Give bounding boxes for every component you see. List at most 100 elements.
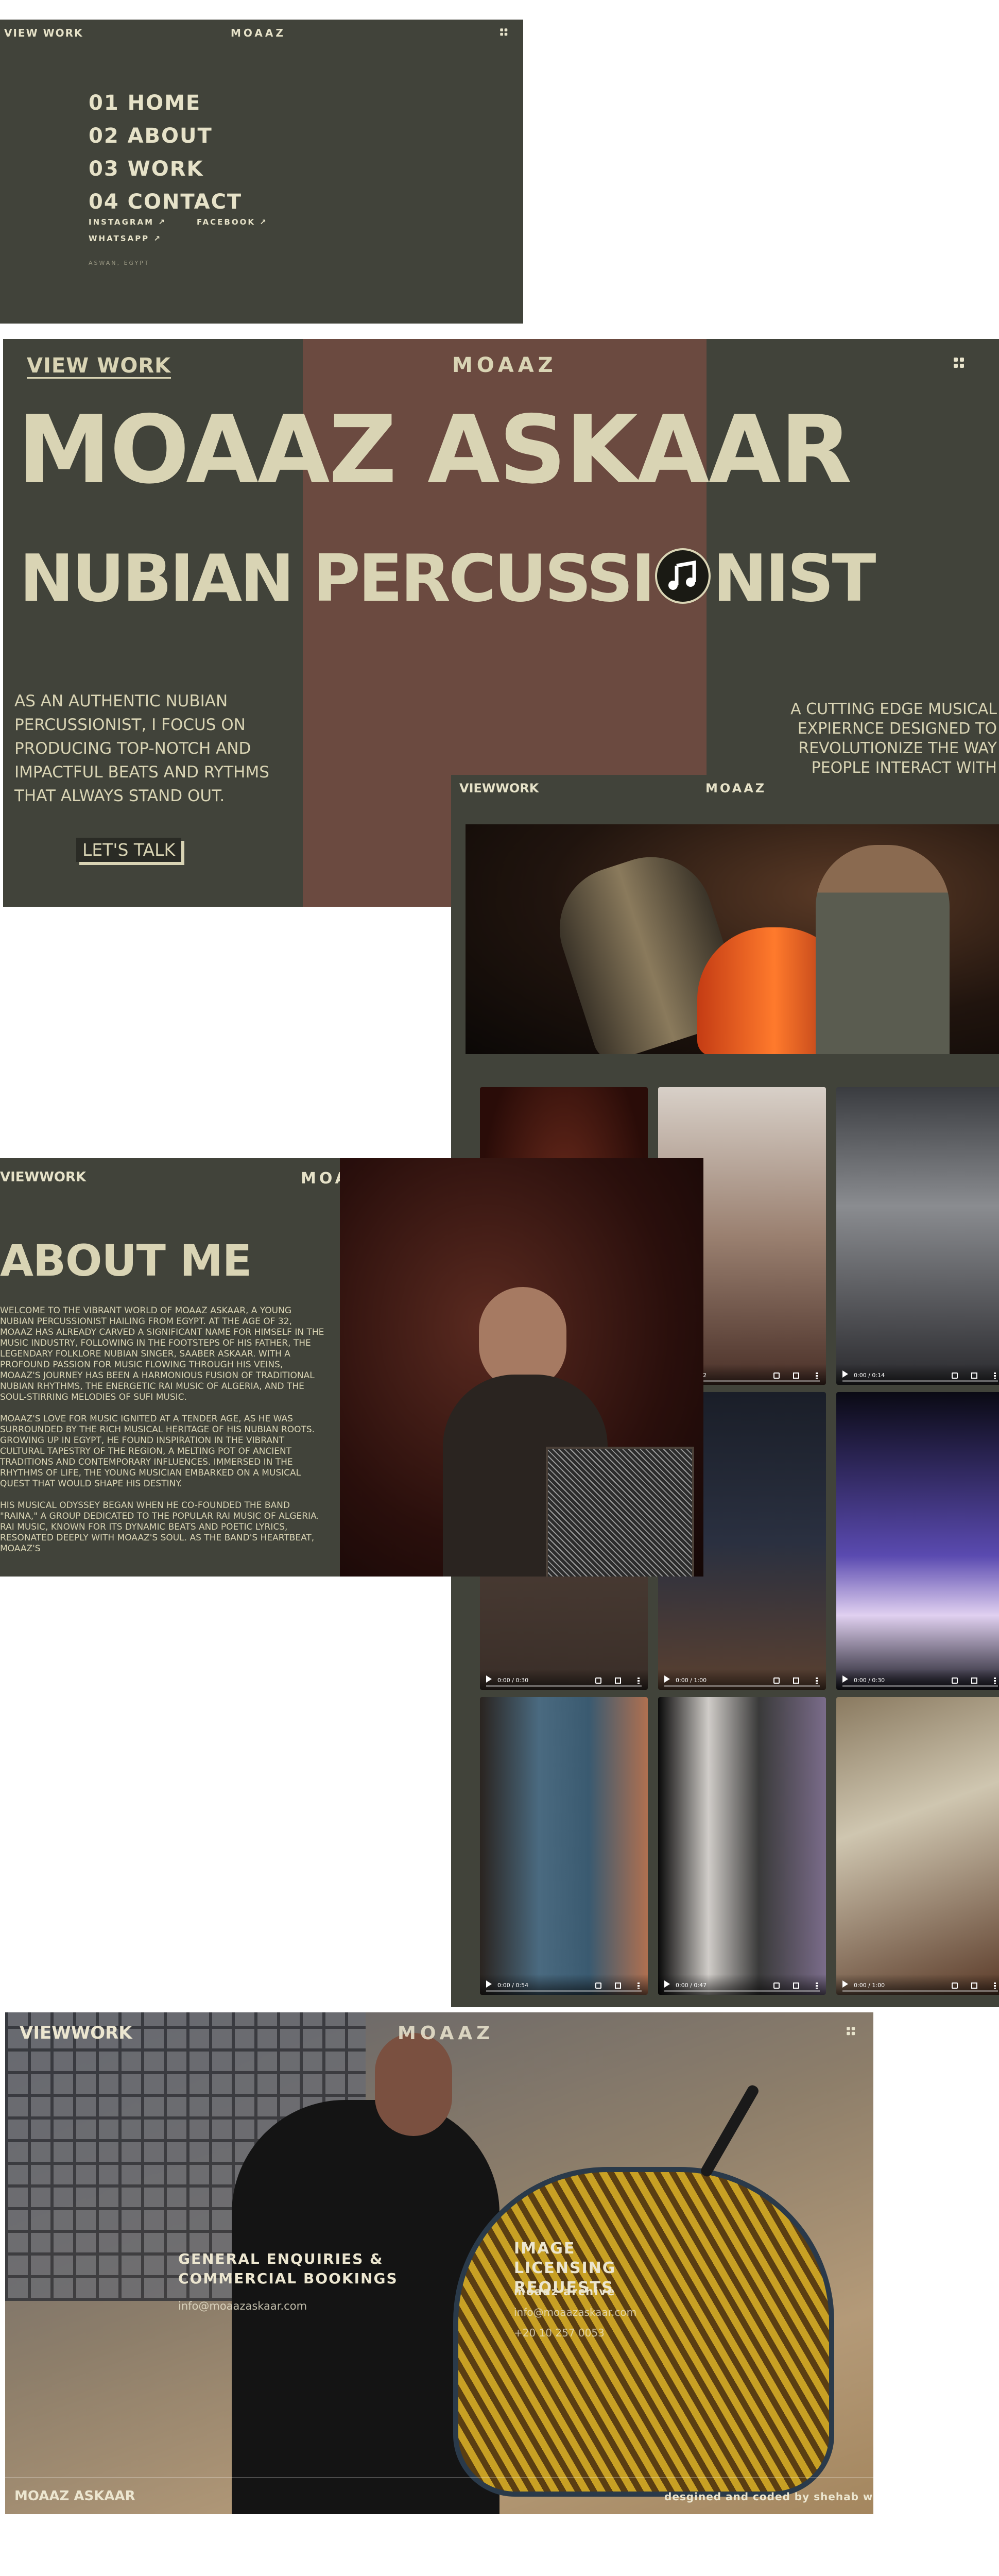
hero-intro: AS AN AUTHENTIC NUBIAN PERCUSSIONIST, I …	[14, 692, 269, 805]
hero-logo[interactable]: MOAAZ	[452, 353, 557, 377]
about-paragraph-2: MOAAZ'S LOVE FOR MUSIC IGNITED AT A TEND…	[0, 1414, 315, 1489]
instagram-label: INSTAGRAM	[89, 217, 154, 227]
work-logo[interactable]: MOAAZ	[705, 781, 766, 795]
video-progress-bar[interactable]	[664, 1685, 820, 1687]
video-controls: 0:00 / 1:00	[836, 1974, 999, 1995]
video-card[interactable]: 0:00 / 0:14	[836, 1087, 999, 1385]
footer-name: MOAAZ ASKAAR	[14, 2488, 135, 2504]
video-controls: 0:00 / 1:00	[658, 1669, 826, 1690]
play-icon[interactable]	[664, 1980, 670, 1988]
archive-label: moaaz archive	[514, 2285, 616, 2298]
contact-mic	[699, 2083, 761, 2179]
hero-right-text: A CUTTING EDGE MUSICAL EXPIERNCE DESIGNE…	[790, 700, 997, 777]
video-progress-bar[interactable]	[486, 1685, 642, 1687]
more-options-icon[interactable]	[638, 1677, 640, 1684]
video-time: 0:00 / 1:00	[854, 1982, 885, 1989]
video-controls: 0:00 / 0:30	[480, 1669, 648, 1690]
volume-icon[interactable]	[595, 1677, 601, 1684]
play-icon[interactable]	[486, 1675, 492, 1683]
video-card[interactable]: 0:00 / 1:00	[836, 1697, 999, 1995]
video-progress-bar[interactable]	[486, 1990, 642, 1992]
about-photo	[340, 1158, 703, 1577]
video-progress-bar[interactable]	[664, 1990, 820, 1992]
play-icon[interactable]	[842, 1675, 848, 1683]
fullscreen-icon[interactable]	[971, 1982, 977, 1989]
hero-name: MOAAZ ASKAAR	[18, 395, 852, 504]
video-time: 0:00 / 1:00	[676, 1677, 707, 1684]
more-options-icon[interactable]	[994, 1372, 996, 1379]
play-icon[interactable]	[664, 1675, 670, 1683]
hero-subtitle-part-a: NUBIAN PERCUSSI	[20, 540, 655, 616]
footer-divider	[5, 2477, 873, 2478]
video-progress-bar[interactable]	[842, 1685, 998, 1687]
about-photo-amp	[546, 1447, 694, 1577]
facebook-label: FACEBOOK	[197, 217, 255, 227]
video-card[interactable]: 0:00 / 0:30	[836, 1392, 999, 1690]
video-card[interactable]: 0:00 / 0:47	[658, 1697, 826, 1995]
hero-subtitle: NUBIAN PERCUSSI NIST	[20, 540, 876, 617]
video-time: 0:00 / 0:30	[854, 1677, 885, 1684]
contact-logo[interactable]: MOAAZ	[398, 2023, 494, 2044]
hero-menu-icon[interactable]	[954, 358, 965, 369]
contact-person-head	[375, 2033, 452, 2136]
menu-social-facebook[interactable]: FACEBOOK	[197, 217, 268, 227]
video-controls: 0:00 / 0:14	[836, 1364, 999, 1385]
volume-icon[interactable]	[952, 1982, 958, 1989]
whatsapp-label: WHATSAPP	[89, 234, 150, 243]
more-options-icon[interactable]	[816, 1677, 818, 1684]
menu-social-whatsapp[interactable]: WHATSAPP	[89, 234, 162, 243]
featured-video[interactable]	[466, 824, 999, 1054]
video-time: 0:00 / 0:30	[497, 1677, 529, 1684]
play-icon[interactable]	[842, 1370, 848, 1378]
fullscreen-icon[interactable]	[793, 1677, 799, 1684]
play-icon[interactable]	[842, 1980, 848, 1988]
menu-view-work-link[interactable]: VIEW WORK	[4, 27, 83, 39]
contact-phone-link[interactable]: +20 10 257 0053	[514, 2327, 605, 2339]
video-card[interactable]: 0:00 / 0:54	[480, 1697, 648, 1995]
contact-section: VIEWWORK MOAAZ GENERAL ENQUIRIES & COMME…	[5, 2012, 873, 2514]
contact-view-work-link[interactable]: VIEWWORK	[20, 2023, 132, 2043]
video-time: 0:00 / 0:54	[497, 1982, 529, 1989]
fullscreen-icon[interactable]	[793, 1982, 799, 1989]
volume-icon[interactable]	[952, 1372, 958, 1379]
video-progress-bar[interactable]	[842, 1990, 998, 1992]
contact-menu-icon[interactable]	[847, 2027, 856, 2036]
work-view-work-link[interactable]: VIEWWORK	[459, 781, 539, 795]
volume-icon[interactable]	[773, 1372, 780, 1379]
fullscreen-icon[interactable]	[793, 1372, 799, 1379]
lets-talk-button[interactable]: LET'S TALK	[76, 838, 182, 862]
performer-figure	[816, 845, 950, 1054]
archive-email-link[interactable]: info@moaazaskaar.com	[514, 2306, 636, 2318]
volume-icon[interactable]	[952, 1677, 958, 1684]
more-options-icon[interactable]	[638, 1982, 640, 1989]
volume-icon[interactable]	[773, 1982, 780, 1989]
fullscreen-icon[interactable]	[971, 1677, 977, 1684]
menu-nav: 01 HOME 02 ABOUT 03 WORK 04 CONTACT	[89, 87, 242, 218]
video-progress-bar[interactable]	[842, 1380, 998, 1382]
play-icon[interactable]	[486, 1980, 492, 1988]
menu-item-about[interactable]: 02 ABOUT	[89, 120, 242, 152]
hero-view-work-link[interactable]: VIEW WORK	[27, 354, 171, 379]
more-options-icon[interactable]	[994, 1677, 996, 1684]
menu-item-work[interactable]: 03 WORK	[89, 152, 242, 185]
fullscreen-icon[interactable]	[615, 1982, 621, 1989]
menu-icon[interactable]	[500, 28, 508, 36]
more-options-icon[interactable]	[816, 1372, 818, 1379]
music-note-icon	[655, 548, 711, 604]
volume-icon[interactable]	[595, 1982, 601, 1989]
fullscreen-icon[interactable]	[971, 1372, 977, 1379]
menu-logo[interactable]: MOAAZ	[231, 27, 286, 39]
menu-social-instagram[interactable]: INSTAGRAM	[89, 217, 166, 227]
volume-icon[interactable]	[773, 1677, 780, 1684]
menu-item-contact[interactable]: 04 CONTACT	[89, 185, 242, 218]
about-title: ABOUT ME	[0, 1235, 252, 1286]
about-view-work-link[interactable]: VIEWWORK	[0, 1170, 86, 1185]
about-body: WELCOME TO THE VIBRANT WORLD OF MOAAZ AS…	[0, 1306, 325, 1554]
more-options-icon[interactable]	[994, 1982, 996, 1989]
about-section: VIEWWORK MOAAZ ABOUT ME WELCOME TO THE V…	[0, 1158, 703, 1577]
video-time: 0:00 / 0:47	[676, 1982, 707, 1989]
menu-item-home[interactable]: 01 HOME	[89, 87, 242, 120]
fullscreen-icon[interactable]	[615, 1677, 621, 1684]
general-email-link[interactable]: info@moaazaskaar.com	[178, 2300, 307, 2312]
more-options-icon[interactable]	[816, 1982, 818, 1989]
